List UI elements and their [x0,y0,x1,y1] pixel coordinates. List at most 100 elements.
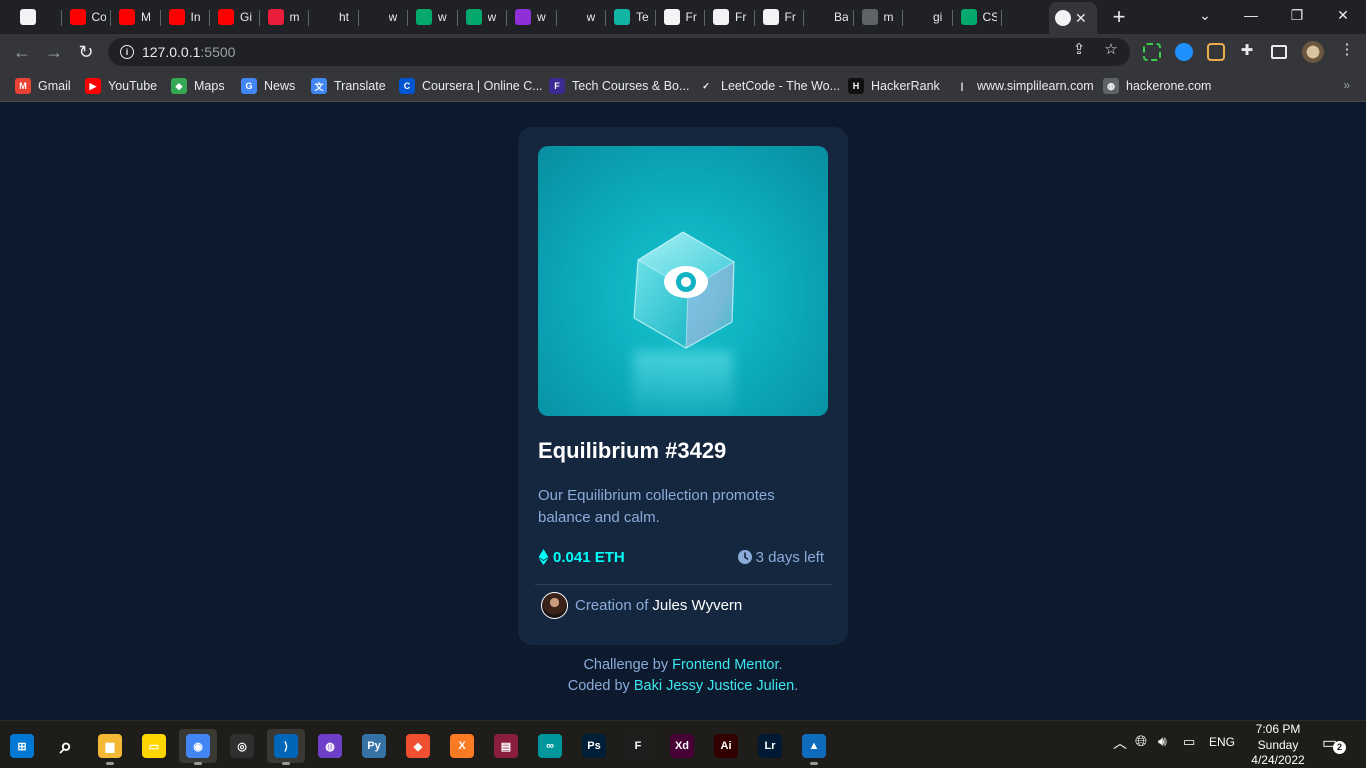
bookmark-item[interactable]: G News [241,77,295,95]
browser-tab[interactable]: gi [905,5,951,29]
page-icon [20,9,36,25]
minimize-button[interactable]: — [1228,4,1274,26]
browser-tab[interactable]: m [262,5,308,29]
network-globe-icon[interactable]: 🌐︎ [1135,733,1147,750]
taskbar-clock[interactable]: 7:06 PM Sunday 4/24/2022 [1246,722,1310,768]
bookmark-item[interactable]: | www.simplilearn.com [954,77,1094,95]
author-link[interactable]: Baki Jessy Justice Julien [634,678,794,694]
bookmark-item[interactable]: M Gmail [15,77,71,95]
volume-icon[interactable]: 🔊︎ [1158,733,1167,750]
taskbar-app-lightroom[interactable]: Lr [751,729,789,763]
hackerrank-icon: H [848,78,864,94]
winrar-icon: ▤ [494,734,518,758]
share-icon[interactable]: ⇪ [1070,40,1088,58]
taskbar-app-file-explorer[interactable]: ▆ [91,729,129,765]
tab-search-chevron-icon[interactable]: ⌄ [1182,4,1228,26]
taskbar-app-sticky-notes[interactable]: ▭ [135,729,173,763]
nft-title[interactable]: Equilibrium #3429 [538,438,828,464]
w3-icon [465,9,482,25]
taskbar-app-vscode[interactable]: ⟩ [267,729,305,765]
browser-tab[interactable]: Co [64,5,110,29]
bookmark-item[interactable]: H HackerRank [848,77,940,95]
capture-extension-icon[interactable] [1207,43,1225,61]
screenshot-extension-icon[interactable] [1143,43,1161,61]
taskbar-app-obs[interactable]: ◎ [223,729,261,763]
new-tab-button[interactable]: + [1108,5,1130,29]
creator-name-link[interactable]: Jules Wyvern [652,597,742,614]
bookmark-star-icon[interactable]: ☆ [1102,40,1120,58]
tab-separator [951,10,953,26]
menu-dots-icon[interactable]: ⋮ [1338,40,1356,58]
site-info-icon[interactable]: i [120,45,134,59]
youtube-icon [119,9,135,25]
browser-tab[interactable]: w [509,5,555,29]
more-bookmarks-icon[interactable]: » [1343,78,1350,92]
browser-tab[interactable]: CS [955,5,1001,29]
running-indicator [194,762,202,765]
browser-tab[interactable]: Ba [806,5,852,29]
taskbar-app-xampp[interactable]: X [443,729,481,763]
bookmark-item[interactable]: 文 Translate [311,77,386,95]
youtube-icon [69,9,86,25]
browser-tab[interactable]: Fr [707,5,753,29]
restore-button[interactable]: ❐ [1274,4,1320,26]
back-button[interactable]: ← [10,40,34,64]
news-icon: G [241,78,257,94]
taskbar-app-search[interactable]: ⌕ [47,729,85,763]
bookmark-item[interactable]: ◍ hackerone.com [1103,77,1211,95]
address-url[interactable]: 127.0.0.1:5500 [142,44,235,60]
forward-button[interactable]: → [42,40,66,64]
address-bar[interactable]: i 127.0.0.1:5500 [108,38,1130,66]
browser-tab[interactable] [14,5,60,29]
nft-image[interactable] [538,146,828,416]
windows-taskbar: ︿ 🌐︎ 🔊︎ ▭ ENG 7:06 PM Sunday 4/24/2022 ▭… [0,720,1366,768]
taskbar-app-windows-start[interactable]: ⊞ [3,729,41,763]
extensions-puzzle-icon[interactable]: ✚ [1238,41,1256,59]
browser-tab[interactable]: M [113,5,159,29]
close-tab-icon[interactable]: ✕ [1075,10,1087,27]
taskbar-app-github-desktop[interactable]: ◍ [311,729,349,763]
taskbar-app-photoshop[interactable]: Ps [575,729,613,763]
tab-title: m [289,10,300,24]
tab-separator [357,10,359,26]
tab-title: ht [339,10,350,24]
bookmark-item[interactable]: F Tech Courses & Bo... [549,77,689,95]
tray-overflow-chevron-icon[interactable]: ︿ [1113,733,1127,753]
browser-tab[interactable]: ht [311,5,357,29]
active-browser-tab[interactable]: ✕ [1049,2,1097,34]
browser-tab[interactable]: w [361,5,407,29]
browser-tab[interactable]: w [559,5,605,29]
taskbar-app-arduino[interactable]: ∞ [531,729,569,763]
taskbar-app-photos[interactable]: ▲ [795,729,833,765]
attribution-line-2: Coded by Baki Jessy Justice Julien. [567,678,799,694]
frontend-mentor-link[interactable]: Frontend Mentor [672,657,778,673]
taskbar-app-illustrator[interactable]: Ai [707,729,745,763]
notification-center-icon[interactable]: ▭ 2 [1322,733,1346,755]
close-window-button[interactable]: ✕ [1320,4,1366,26]
browser-tab[interactable]: m [856,5,902,29]
bookmark-item[interactable]: C Coursera | Online C... [399,77,543,95]
bookmark-item[interactable]: ◆ Maps [171,77,225,95]
taskbar-app-adobe-xd[interactable]: Xd [663,729,701,763]
shazam-extension-icon[interactable] [1175,43,1193,61]
browser-tab[interactable]: In [163,5,209,29]
bookmark-item[interactable]: ✓ LeetCode - The Wo... [698,77,840,95]
browser-tab[interactable]: Fr [757,5,803,29]
bookmark-item[interactable]: ▶ YouTube [85,77,157,95]
reload-button[interactable]: ↻ [74,40,98,64]
taskbar-app-python[interactable]: Py [355,729,393,763]
taskbar-app-chrome[interactable]: ◉ [179,729,217,765]
browser-tab[interactable]: Te [608,5,654,29]
browser-tab[interactable]: w [460,5,506,29]
language-indicator[interactable]: ENG [1209,735,1235,749]
browser-tab[interactable]: Fr [658,5,704,29]
battery-icon[interactable]: ▭ [1183,734,1195,750]
profile-avatar[interactable] [1302,41,1324,63]
tab-separator [605,10,606,26]
browser-tab[interactable]: Gi [212,5,258,29]
taskbar-app-figma[interactable]: F [619,729,657,763]
side-panel-icon[interactable] [1271,45,1287,59]
browser-tab[interactable]: w [410,5,456,29]
taskbar-app-winrar[interactable]: ▤ [487,729,525,763]
taskbar-app-git[interactable]: ◆ [399,729,437,763]
